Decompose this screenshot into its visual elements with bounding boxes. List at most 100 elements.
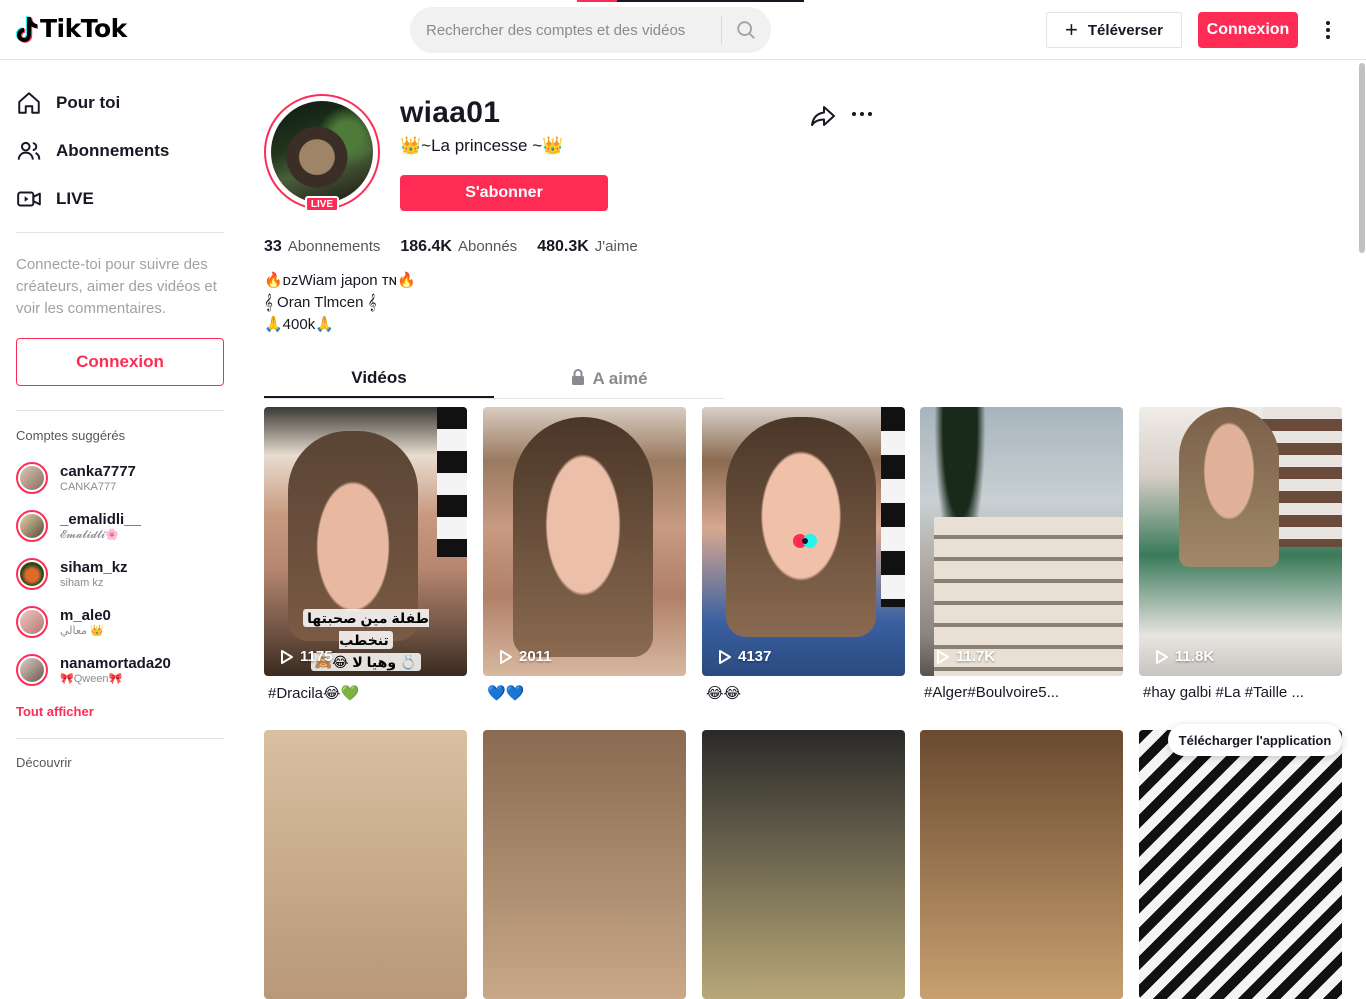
profile-username: wiaa01	[400, 96, 501, 129]
account-name: _emalidli__	[60, 510, 141, 528]
sidebar-item-live[interactable]: LIVE	[16, 179, 94, 219]
suggested-account[interactable]: _emalidli__ 𝓔𝓶𝓪𝓵𝓲𝓭𝓵𝓲🌸	[16, 506, 226, 546]
stat-value: 480.3K	[537, 238, 589, 255]
avatar	[16, 510, 48, 542]
play-icon	[719, 649, 731, 664]
views-value: 1175	[300, 648, 333, 665]
video-card[interactable]: 2011	[483, 407, 686, 676]
suggested-account[interactable]: siham_kz siham kz	[16, 554, 226, 594]
play-icon	[1156, 649, 1168, 664]
video-card[interactable]: 4137	[702, 407, 905, 676]
share-icon[interactable]	[810, 104, 836, 133]
video-card[interactable]	[702, 730, 905, 999]
stat-likes: 480.3K J'aime	[537, 238, 637, 256]
download-app-button[interactable]: Télécharger l'application	[1168, 724, 1342, 756]
live-icon	[16, 186, 48, 212]
tab-videos[interactable]: Vidéos	[264, 360, 494, 398]
sidebar-item-label: Pour toi	[56, 93, 121, 112]
stat-label: J'aime	[594, 238, 638, 255]
video-caption[interactable]: #hay galbi #La #Taille ...	[1143, 684, 1338, 701]
account-name: nanamortada20	[60, 654, 171, 672]
more-options-icon[interactable]	[1316, 14, 1340, 46]
logo-text: TikTok	[40, 14, 127, 43]
search-icon	[737, 21, 756, 39]
view-count: 11.7K	[936, 648, 995, 665]
view-count: 4137	[718, 648, 771, 665]
sidebar-divider	[16, 232, 224, 233]
overlay-line: طفلة مين صحبتها تنخطب	[303, 609, 429, 649]
video-caption[interactable]: 😂😂	[706, 684, 906, 702]
stat-label: Abonnements	[287, 238, 381, 255]
profile-stats: 33 Abonnements 186.4K Abonnés 480.3K J'a…	[264, 238, 658, 256]
bio-line: 🔥ᴅᴢWiam japon ᴛɴ🔥	[264, 272, 416, 289]
sidebar-item-label: Abonnements	[56, 141, 170, 160]
profile-more-icon[interactable]	[852, 112, 872, 116]
home-icon	[16, 90, 48, 116]
sidebar-divider	[16, 410, 224, 411]
stat-followers[interactable]: 186.4K Abonnés	[400, 238, 517, 256]
video-card[interactable]	[264, 730, 467, 999]
view-count: 11.8K	[1155, 648, 1214, 665]
sidebar: Pour toi Abonnements LIVE Connecte-toi p…	[0, 61, 240, 770]
see-all-link[interactable]: Tout afficher	[16, 704, 94, 719]
play-icon	[937, 649, 949, 664]
profile-avatar[interactable]	[264, 94, 380, 210]
play-icon	[281, 649, 293, 664]
account-nickname: siham kz	[60, 576, 104, 589]
avatar-image	[271, 101, 373, 203]
account-nickname: 𝓔𝓶𝓪𝓵𝓲𝓭𝓵𝓲🌸	[60, 528, 119, 541]
avatar	[16, 558, 48, 590]
users-icon	[16, 138, 48, 164]
play-icon	[500, 649, 512, 664]
profile-nickname: 👑~La princesse ~👑	[400, 136, 564, 155]
views-value: 11.7K	[956, 648, 996, 665]
view-count: 1175	[280, 648, 333, 665]
video-card[interactable]: 11.7K	[920, 407, 1123, 676]
login-button-sidebar[interactable]: Connexion	[16, 338, 224, 386]
avatar	[16, 462, 48, 494]
video-card[interactable]	[1139, 730, 1342, 999]
video-caption[interactable]: #Alger#Boulvoire5...	[924, 684, 1124, 701]
lock-icon	[570, 368, 586, 391]
tab-liked[interactable]: A aimé	[494, 360, 724, 398]
tiktok-logo[interactable]: TikTok	[16, 14, 127, 43]
upload-button[interactable]: + Téléverser	[1046, 12, 1182, 48]
profile-tabs: Vidéos A aimé	[264, 360, 724, 399]
suggested-account[interactable]: nanamortada20 🎀Qween🎀	[16, 650, 226, 690]
avatar	[16, 606, 48, 638]
account-name: canka7777	[60, 462, 136, 480]
video-caption[interactable]: 💙💙	[487, 684, 687, 702]
sidebar-item-following[interactable]: Abonnements	[16, 131, 169, 171]
account-name: siham_kz	[60, 558, 128, 576]
avatar	[16, 654, 48, 686]
plus-icon: +	[1065, 17, 1078, 42]
views-value: 4137	[738, 648, 772, 665]
video-card[interactable]	[483, 730, 686, 999]
upload-label: Téléverser	[1087, 21, 1163, 39]
video-card[interactable]: 11.8K	[1139, 407, 1342, 676]
account-nickname: معالي 👑	[60, 624, 104, 637]
stat-following[interactable]: 33 Abonnements	[264, 238, 380, 256]
stat-value: 186.4K	[400, 238, 452, 255]
tiktok-note-icon	[16, 15, 38, 43]
tab-label: A aimé	[592, 369, 648, 388]
follow-button[interactable]: S'abonner	[400, 175, 608, 211]
suggested-account[interactable]: canka7777 CANKA777	[16, 458, 226, 498]
loading-bar	[577, 0, 804, 2]
account-name: m_ale0	[60, 606, 111, 624]
video-card[interactable]: طفلة مين صحبتها تنخطب 🙈😂 وهيا لا 💍 1175	[264, 407, 467, 676]
tiktok-watermark-icon	[793, 534, 817, 548]
video-caption[interactable]: #Dracila😂💚	[268, 684, 468, 702]
search-button[interactable]	[722, 7, 771, 53]
search-input[interactable]	[426, 21, 713, 39]
login-button-header[interactable]: Connexion	[1198, 12, 1298, 48]
suggested-account[interactable]: m_ale0 معالي 👑	[16, 602, 226, 642]
sidebar-item-label: LIVE	[56, 189, 94, 208]
page-scrollbar[interactable]	[1358, 61, 1366, 768]
views-value: 11.8K	[1175, 648, 1215, 665]
search-bar	[410, 7, 771, 53]
sidebar-item-for-you[interactable]: Pour toi	[16, 83, 120, 123]
video-card[interactable]	[920, 730, 1123, 999]
stat-value: 33	[264, 238, 282, 255]
account-nickname: 🎀Qween🎀	[60, 672, 123, 685]
